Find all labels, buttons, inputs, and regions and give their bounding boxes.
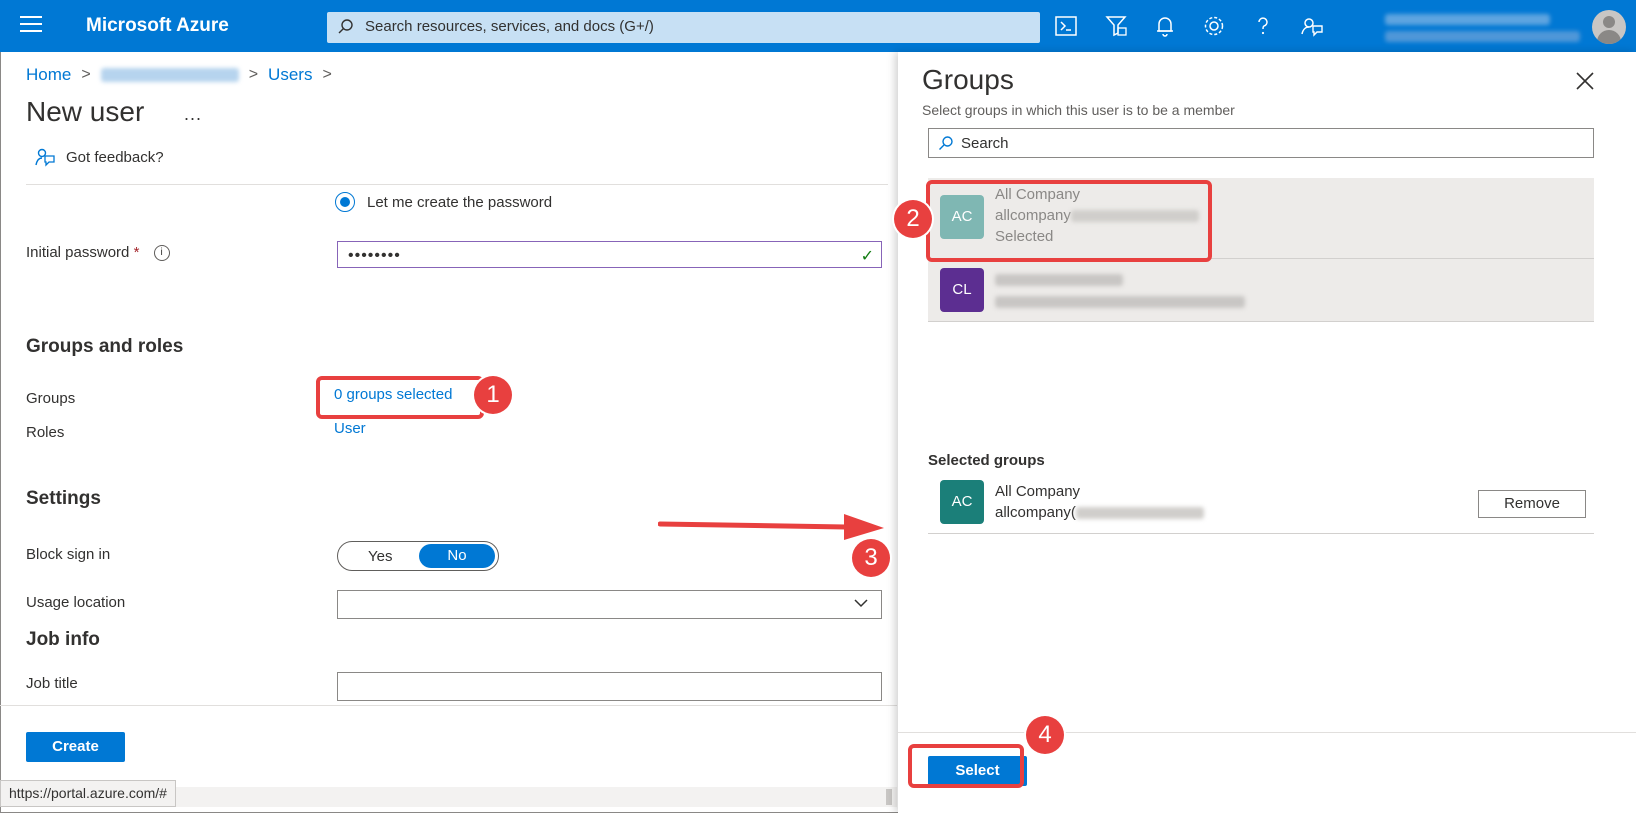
page-title: New user <box>26 96 145 127</box>
search-icon <box>939 136 953 150</box>
group-info <box>995 269 1245 312</box>
breadcrumb-tenant[interactable] <box>100 68 239 82</box>
usage-location-select[interactable] <box>337 590 882 619</box>
radio-label: Let me create the password <box>367 193 553 211</box>
arrow-icon <box>658 514 884 540</box>
breadcrumb-users[interactable]: Users <box>268 65 312 85</box>
directory-filter-icon[interactable] <box>1103 13 1129 39</box>
job-title-label: Job title <box>26 675 78 692</box>
feedback-icon <box>35 148 55 167</box>
divider <box>26 184 888 185</box>
chevron-right-icon: > <box>81 66 91 83</box>
selected-group-row: AC All Company allcompany( Remove <box>928 472 1594 534</box>
selected-groups-heading: Selected groups <box>928 452 1045 469</box>
search-placeholder: Search resources, services, and docs (G+… <box>365 18 654 35</box>
group-name: All Company <box>995 483 1081 500</box>
list-item[interactable]: CL <box>928 259 1594 322</box>
radio-selected[interactable] <box>335 192 355 212</box>
chevron-right-icon: > <box>248 66 259 83</box>
create-button[interactable]: Create <box>26 732 125 762</box>
create-password-option[interactable]: Let me create the password <box>335 192 552 212</box>
more-options-button[interactable]: ... <box>184 104 202 125</box>
settings-heading: Settings <box>26 488 101 509</box>
groups-roles-heading: Groups and roles <box>26 336 184 357</box>
toggle-yes[interactable]: Yes <box>368 548 392 565</box>
chevron-right-icon: > <box>322 66 332 83</box>
block-sign-in-label: Block sign in <box>26 546 111 563</box>
search-icon <box>338 19 353 34</box>
chevron-down-icon <box>854 599 868 608</box>
initial-password-text: Initial password <box>26 244 130 261</box>
avatar[interactable] <box>1592 10 1626 44</box>
remove-button[interactable]: Remove <box>1478 490 1586 518</box>
step-badge-1: 1 <box>474 376 512 414</box>
feedback-label: Got feedback? <box>66 148 164 166</box>
annotation-box-group-row <box>926 180 1212 262</box>
feedback-link[interactable]: Got feedback? <box>34 146 164 168</box>
group-mail: allcompany( <box>995 502 1204 523</box>
panel-search-input[interactable]: Search <box>928 128 1594 158</box>
help-icon[interactable] <box>1250 13 1276 39</box>
block-sign-in-toggle[interactable]: Yes No <box>337 541 499 571</box>
roles-label: Roles <box>26 424 65 441</box>
brand-title[interactable]: Microsoft Azure <box>86 15 229 37</box>
job-info-heading: Job info <box>26 629 100 650</box>
notifications-icon[interactable] <box>1152 13 1178 39</box>
step-badge-2: 2 <box>894 200 932 238</box>
feedback-icon[interactable] <box>1299 13 1325 39</box>
close-icon[interactable] <box>1574 70 1596 92</box>
job-title-field[interactable] <box>337 672 882 701</box>
roles-link[interactable]: User <box>334 420 366 437</box>
groups-panel: Groups Select groups in which this user … <box>898 52 1636 813</box>
cloud-shell-icon[interactable] <box>1053 13 1079 39</box>
panel-subtitle: Select groups in which this user is to b… <box>922 102 1235 118</box>
annotation-box-groups <box>316 376 484 419</box>
settings-icon[interactable] <box>1201 13 1227 39</box>
group-avatar: CL <box>940 268 984 312</box>
step-badge-3: 3 <box>852 539 890 577</box>
step-badge-4: 4 <box>1026 716 1064 754</box>
toggle-no[interactable]: No <box>419 544 495 568</box>
initial-password-field[interactable]: •••••••• ✓ <box>337 241 882 268</box>
divider <box>898 732 1636 733</box>
status-bar-url: https://portal.azure.com/# <box>0 780 176 807</box>
usage-location-label: Usage location <box>26 594 126 611</box>
initial-password-label: Initial password * i <box>26 244 170 262</box>
global-search-input[interactable]: Search resources, services, and docs (G+… <box>327 12 1040 43</box>
breadcrumb: Home > > Users > <box>26 65 342 85</box>
annotation-box-select <box>908 744 1024 788</box>
panel-title: Groups <box>922 64 1014 95</box>
required-mark: * <box>133 244 140 261</box>
group-avatar: AC <box>940 480 984 524</box>
info-icon[interactable]: i <box>153 245 170 262</box>
checkmark-icon: ✓ <box>860 248 875 265</box>
password-value: •••••••• <box>348 247 401 264</box>
breadcrumb-home[interactable]: Home <box>26 65 71 85</box>
menu-icon[interactable] <box>20 16 42 36</box>
divider <box>0 705 897 706</box>
top-bar: Microsoft Azure Search resources, servic… <box>0 0 1636 52</box>
groups-label: Groups <box>26 390 76 407</box>
account-info[interactable] <box>1385 11 1580 43</box>
group-info: All Company allcompany( <box>995 481 1204 523</box>
search-placeholder: Search <box>961 135 1009 152</box>
